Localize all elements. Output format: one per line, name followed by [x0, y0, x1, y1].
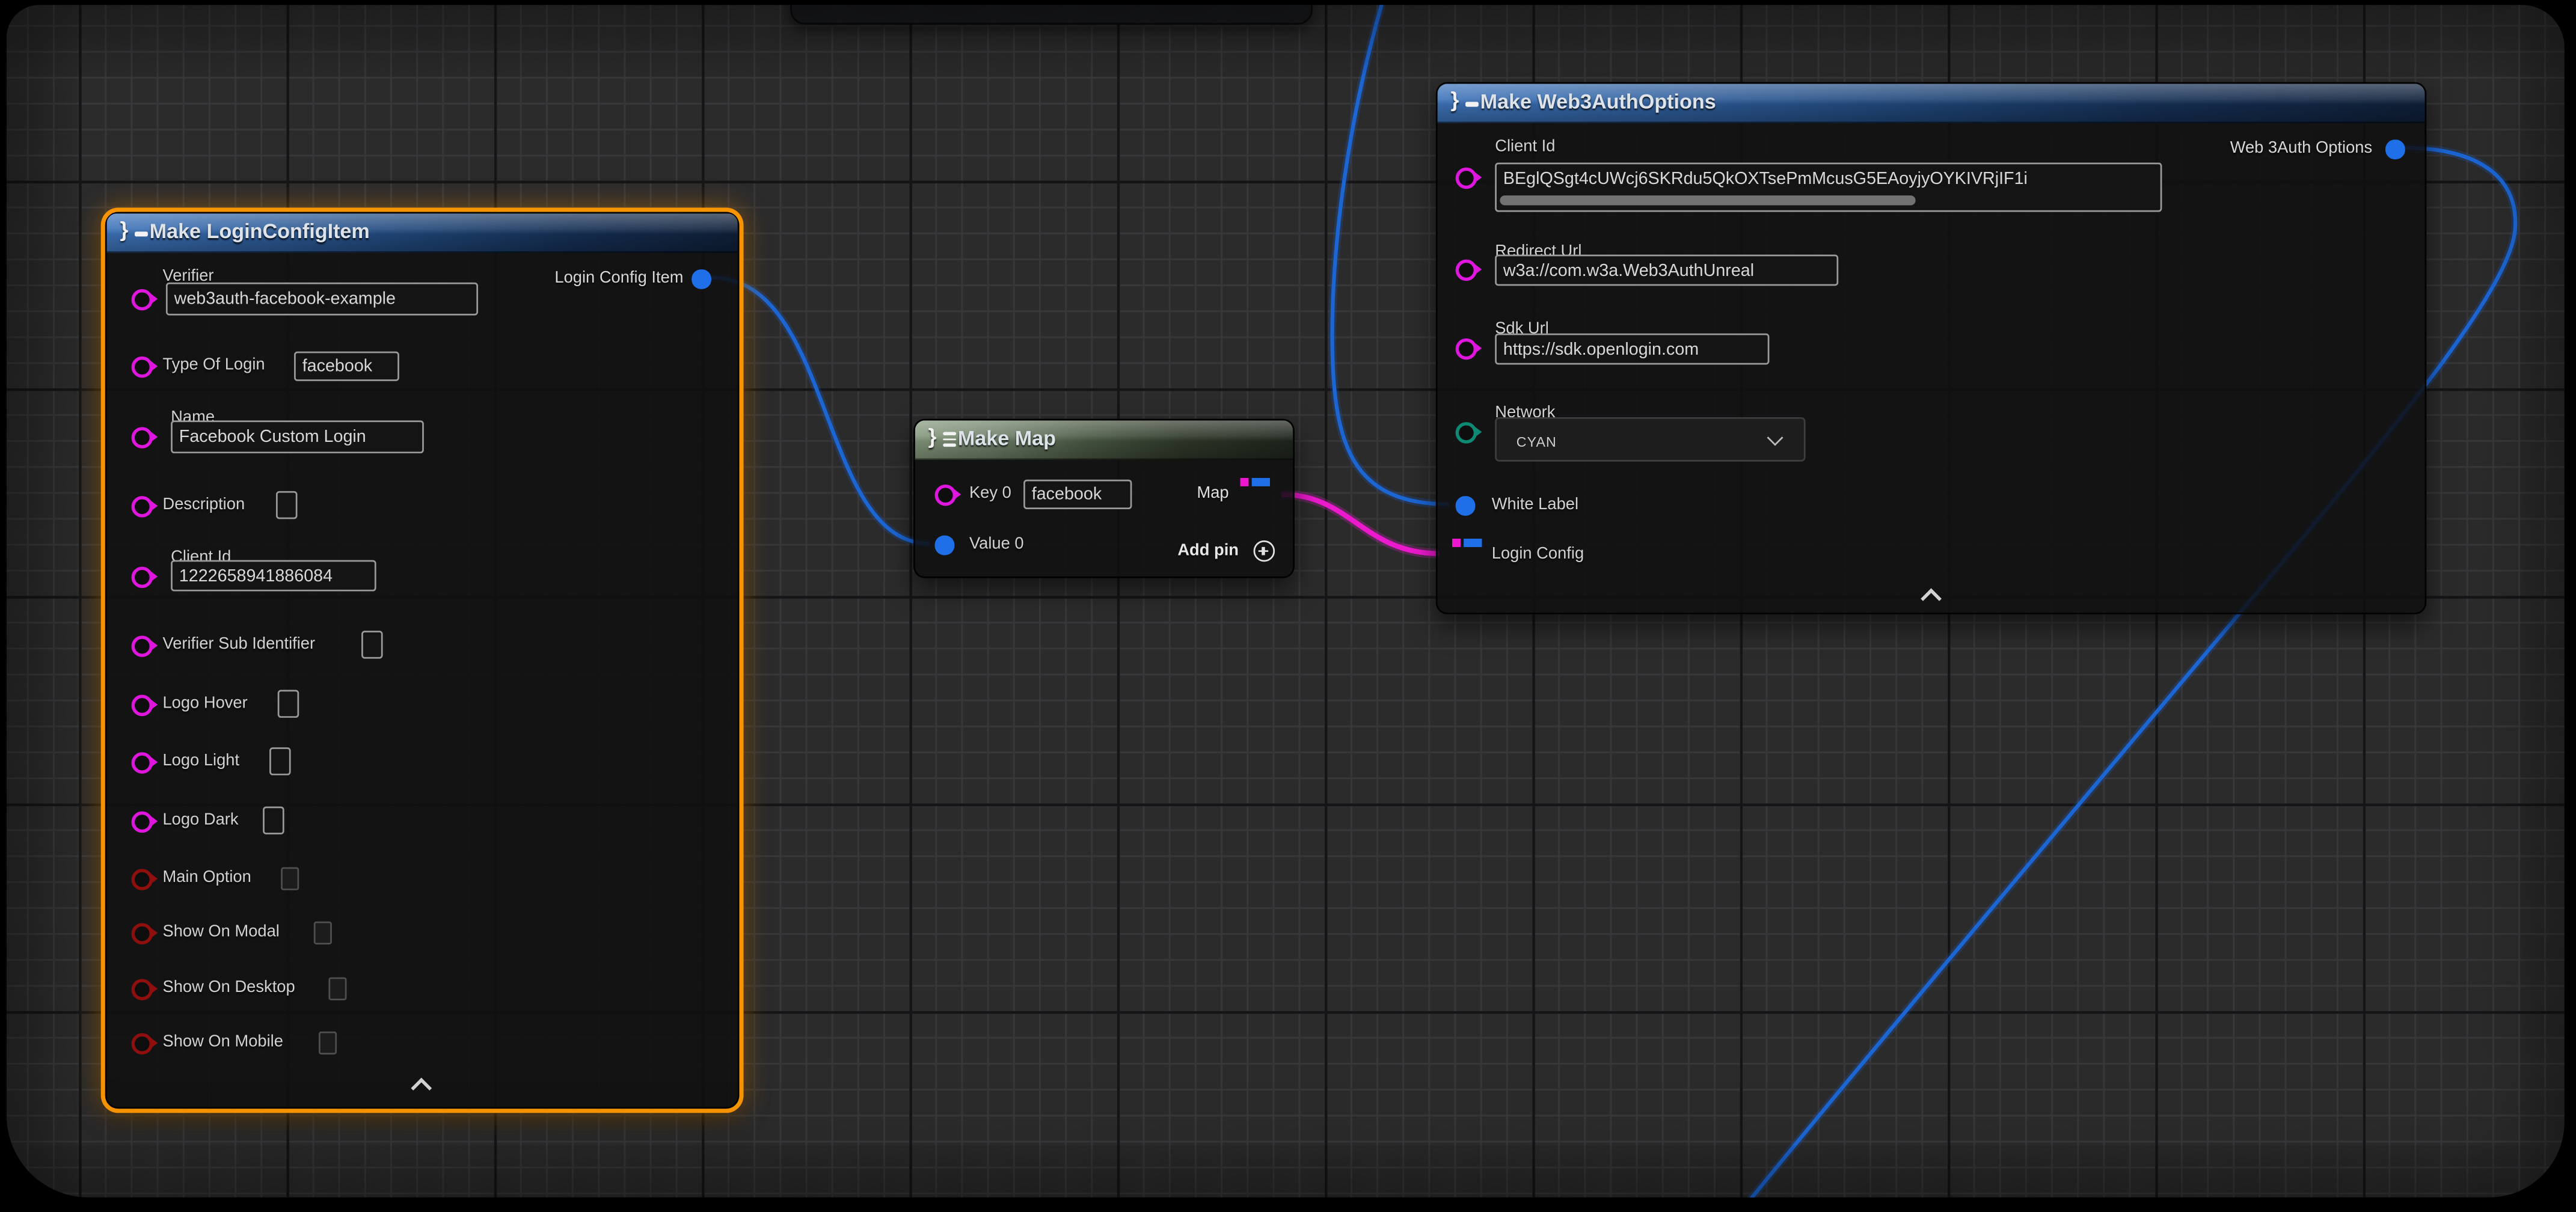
text-field-client-id[interactable]: 1222658941886084	[171, 560, 376, 592]
wire-loginconfigitem-to-value0[interactable]	[711, 278, 930, 544]
text-field-verifier-sub-identifier[interactable]	[361, 631, 383, 658]
pin-verifier-sub-identifier[interactable]	[130, 635, 152, 656]
pin-label-main-option: Main Option	[162, 869, 251, 889]
network-dropdown-value: CYAN	[1516, 433, 1557, 450]
text-field-verifier[interactable]: web3auth-facebook-example	[166, 283, 478, 316]
node-make-web3authoptions[interactable]: } Make Web3AuthOptions Web 3Auth Options…	[1436, 82, 2426, 614]
collapse-node-button[interactable]	[411, 1078, 432, 1099]
text-field-logo-light[interactable]	[269, 747, 291, 775]
pin-show-on-mobile[interactable]	[130, 1032, 152, 1054]
pin-logo-light[interactable]	[130, 751, 152, 773]
pin-login-config-item-output[interactable]	[692, 269, 710, 288]
pin-label-value-0: Value 0	[969, 536, 1024, 556]
pin-verifier[interactable]	[130, 288, 152, 310]
node-make-loginconfigitem[interactable]: } Make LoginConfigItem Login Config Item…	[105, 212, 740, 1109]
pin-logo-hover[interactable]	[130, 694, 152, 715]
wire-top-to-white-label[interactable]	[1332, 5, 1449, 504]
pin-label-key-0: Key 0	[969, 485, 1011, 504]
text-field-logo-dark[interactable]	[263, 806, 284, 834]
node-title: Make Map	[958, 427, 1056, 450]
pin-label-show-on-modal: Show On Modal	[162, 923, 279, 943]
pin-web3auth-options-output[interactable]	[2385, 139, 2404, 158]
pin-label-white-label: White Label	[1492, 496, 1578, 516]
graph-canvas[interactable]: } Make LoginConfigItem Login Config Item…	[7, 5, 2565, 1198]
text-field-name[interactable]: Facebook Custom Login	[171, 420, 424, 453]
text-field-sdk-url[interactable]: https://sdk.openlogin.com	[1495, 334, 1769, 365]
checkbox-main-option[interactable]	[281, 868, 299, 890]
pin-redirect-url[interactable]	[1455, 259, 1476, 280]
pin-name[interactable]	[130, 426, 152, 448]
pin-main-option[interactable]	[130, 868, 152, 890]
checkbox-show-on-modal[interactable]	[314, 922, 332, 944]
collapse-node-button[interactable]	[1921, 588, 1942, 609]
pin-client-id[interactable]	[1455, 167, 1476, 188]
make-struct-icon: }	[120, 217, 128, 242]
output-pin-label: Login Config Item	[554, 269, 683, 289]
node-title: Make Web3AuthOptions	[1480, 90, 1716, 113]
network-dropdown[interactable]: CYAN	[1495, 417, 1805, 462]
pin-label-logo-hover: Logo Hover	[162, 695, 247, 715]
pin-show-on-modal[interactable]	[130, 922, 152, 944]
checkbox-show-on-desktop[interactable]	[328, 978, 346, 1000]
pin-label-client-id: Client Id	[1495, 138, 1555, 158]
blueprint-editor: } Make LoginConfigItem Login Config Item…	[0, 0, 2576, 1212]
pin-label-description: Description	[162, 496, 245, 516]
pin-label-login-config: Login Config	[1492, 545, 1584, 565]
output-pin-label: Web 3Auth Options	[2230, 139, 2372, 159]
text-field-redirect-url[interactable]: w3a://com.w3a.Web3AuthUnreal	[1495, 254, 1838, 286]
node-make-map[interactable]: } Make Map Key 0 facebook Map Value 0 Ad…	[913, 419, 1295, 578]
pin-white-label[interactable]	[1456, 496, 1474, 515]
pin-label-map-output: Map	[1197, 485, 1228, 504]
pin-label-logo-light: Logo Light	[162, 752, 239, 772]
text-field-description[interactable]	[276, 491, 298, 519]
chevron-down-icon	[1767, 430, 1783, 446]
pin-label-type-of-login: Type Of Login	[162, 357, 265, 376]
add-pin-icon[interactable]	[1254, 540, 1275, 562]
hscrollbar-thumb[interactable]	[1500, 195, 1915, 206]
pin-value-0[interactable]	[935, 536, 954, 554]
checkbox-show-on-mobile[interactable]	[319, 1032, 337, 1054]
text-field-key-0[interactable]: facebook	[1023, 480, 1132, 509]
pin-logo-dark[interactable]	[130, 810, 152, 832]
pin-key-0[interactable]	[934, 484, 955, 506]
make-map-icon: }	[928, 424, 937, 448]
text-field-logo-hover[interactable]	[278, 690, 299, 717]
partial-node[interactable]	[790, 5, 1313, 25]
pin-label-verifier-sub-identifier: Verifier Sub Identifier	[162, 635, 315, 655]
pin-type-of-login[interactable]	[130, 355, 152, 377]
pin-show-on-desktop[interactable]	[130, 978, 152, 1000]
add-pin-label[interactable]: Add pin	[1177, 542, 1239, 562]
pin-sdk-url[interactable]	[1455, 337, 1476, 359]
pin-label-show-on-mobile: Show On Mobile	[162, 1033, 283, 1053]
text-field-type-of-login[interactable]: facebook	[294, 352, 399, 381]
pin-label-logo-dark: Logo Dark	[162, 812, 238, 831]
pin-network[interactable]	[1455, 421, 1476, 443]
pin-client-id[interactable]	[130, 566, 152, 587]
pin-description[interactable]	[130, 495, 152, 517]
make-struct-icon: }	[1450, 87, 1459, 112]
pin-label-show-on-desktop: Show On Desktop	[162, 979, 295, 999]
node-title: Make LoginConfigItem	[150, 220, 370, 243]
